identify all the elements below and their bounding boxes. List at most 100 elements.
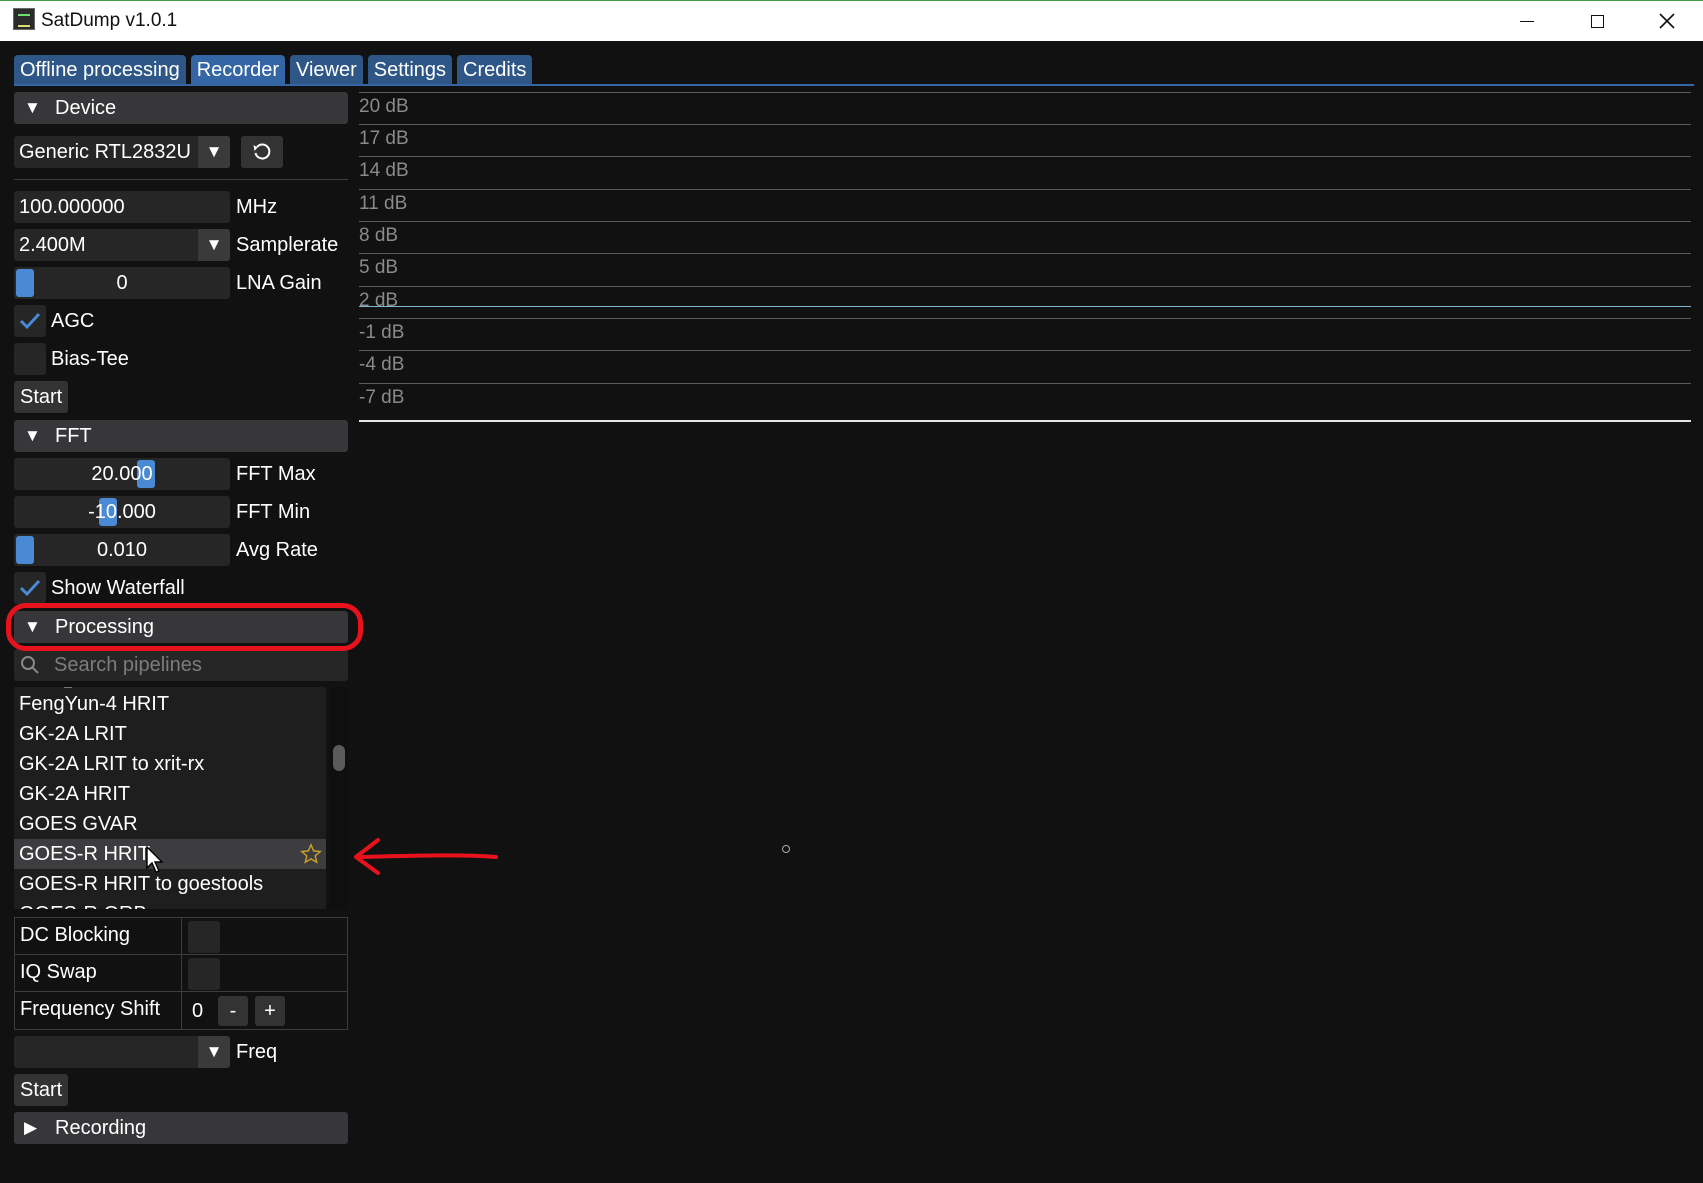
recording-header-label: Recording: [55, 1117, 147, 1139]
frequency-shift-label: Frequency Shift: [20, 998, 161, 1020]
tab-offline-processing[interactable]: Offline processing: [14, 55, 186, 85]
pipeline-search-input[interactable]: Search pipelines: [14, 649, 348, 681]
collapsed-triangle-icon: ▶: [24, 1118, 38, 1137]
search-placeholder: Search pipelines: [54, 654, 202, 676]
device-start-button[interactable]: Start: [14, 381, 69, 413]
list-item[interactable]: GOES-R HRIT to goestools: [14, 869, 326, 899]
grid-line: [359, 286, 1691, 287]
frequency-shift-minus-button[interactable]: -: [218, 996, 248, 1026]
avg-rate-label: Avg Rate: [236, 539, 318, 561]
frequency-unit-label: MHz: [236, 196, 278, 218]
maximize-icon: [1590, 14, 1604, 28]
column-divider: [181, 955, 182, 992]
checkmark-icon: [19, 579, 41, 597]
avg-rate-slider[interactable]: 0.010: [14, 534, 230, 566]
frequency-shift-value[interactable]: 0: [192, 992, 203, 1030]
grid-line: [359, 92, 1691, 93]
device-select[interactable]: Generic RTL2832U ▼: [14, 136, 230, 168]
frequency-shift-plus-button[interactable]: +: [255, 996, 285, 1026]
db-tick-label: 5 dB: [359, 257, 399, 278]
refresh-icon: [253, 143, 271, 160]
chevron-down-icon: ▼: [198, 229, 230, 261]
device-select-value: Generic RTL2832U: [19, 141, 191, 163]
iq-swap-checkbox[interactable]: [188, 958, 220, 990]
grid-line: [359, 350, 1691, 351]
grid-line: [359, 383, 1691, 384]
tab-settings[interactable]: Settings: [367, 55, 453, 85]
db-tick-label: 2 dB: [359, 290, 399, 311]
bias-tee-label: Bias-Tee: [51, 348, 129, 370]
table-row: DC Blocking: [15, 918, 347, 955]
maximize-button[interactable]: [1567, 5, 1627, 37]
minimize-icon: [1520, 20, 1534, 22]
window-titlebar: SatDump v1.0.1: [0, 0, 1703, 41]
agc-checkbox[interactable]: [14, 305, 46, 337]
db-tick-label: 20 dB: [359, 96, 409, 117]
refresh-devices-button[interactable]: [241, 136, 283, 168]
dc-blocking-checkbox[interactable]: [188, 921, 220, 953]
dc-blocking-label: DC Blocking: [20, 924, 131, 946]
list-item[interactable]: FengYun-4 HRIT: [14, 689, 326, 719]
grid-line: [359, 156, 1691, 157]
fft-min-slider[interactable]: -10.000: [14, 496, 230, 528]
tab-recorder[interactable]: Recorder: [190, 55, 285, 85]
list-item[interactable]: GOES-R GRB: [14, 899, 326, 909]
fft-max-slider[interactable]: 20.000: [14, 458, 230, 490]
tab-credits[interactable]: Credits: [457, 55, 533, 85]
db-tick-label: -1 dB: [359, 322, 405, 343]
list-item[interactable]: GK-2A HRIT: [14, 779, 326, 809]
table-row: IQ Swap: [15, 955, 347, 992]
minimize-button[interactable]: [1497, 5, 1557, 37]
grid-line: [359, 221, 1691, 222]
expanded-triangle-icon: ▼: [24, 426, 41, 445]
recording-section-header[interactable]: ▶ Recording: [14, 1112, 348, 1144]
processing-start-button[interactable]: Start: [14, 1074, 69, 1106]
window-title: SatDump v1.0.1: [41, 10, 178, 31]
pipeline-list-scrollbar[interactable]: [330, 687, 348, 909]
device-header-label: Device: [55, 97, 117, 119]
expanded-triangle-icon: ▼: [24, 98, 41, 117]
frequency-value: 100.000000: [19, 196, 125, 218]
mouse-cursor-icon: [146, 846, 164, 873]
fft-max-value: 20.000: [91, 463, 153, 485]
close-icon: [1659, 13, 1675, 29]
annotation-arrow-icon: [354, 838, 498, 875]
fft-signal-line: [359, 306, 1691, 307]
list-item[interactable]: GK-2A LRIT: [14, 719, 326, 749]
db-tick-label: 11 dB: [359, 193, 408, 214]
tab-viewer[interactable]: Viewer: [289, 55, 363, 85]
star-icon[interactable]: [300, 843, 322, 865]
freq-select[interactable]: ▼: [14, 1036, 230, 1068]
close-button[interactable]: [1637, 5, 1697, 37]
db-tick-label: 8 dB: [359, 225, 399, 246]
samplerate-label: Samplerate: [236, 234, 339, 256]
clipped-item-fragment: [64, 687, 72, 688]
bias-tee-checkbox[interactable]: [14, 343, 46, 375]
agc-label: AGC: [51, 310, 95, 332]
table-row: Frequency Shift 0 - +: [15, 992, 347, 1029]
list-item[interactable]: GK-2A LRIT to xrit-rx: [14, 749, 326, 779]
db-tick-label: 14 dB: [359, 160, 409, 181]
column-divider: [181, 992, 182, 1029]
lna-gain-slider[interactable]: 0: [14, 267, 230, 299]
fft-section-header[interactable]: ▼ FFT: [14, 420, 348, 452]
freq-label: Freq: [236, 1041, 278, 1063]
samplerate-value: 2.400M: [19, 234, 86, 256]
scrollbar-thumb[interactable]: [333, 745, 345, 771]
column-divider: [181, 918, 182, 955]
list-item[interactable]: GOES GVAR: [14, 809, 326, 839]
list-item-selected[interactable]: GOES-R HRIT: [14, 839, 326, 869]
device-section-header[interactable]: ▼ Device: [14, 92, 348, 124]
pipeline-list[interactable]: FengYun-4 HRIT GK-2A LRIT GK-2A LRIT to …: [14, 687, 326, 909]
frequency-input[interactable]: 100.000000: [14, 191, 230, 223]
show-waterfall-checkbox[interactable]: [14, 572, 46, 604]
processing-options-table: DC Blocking IQ Swap Frequency Shift 0 - …: [14, 917, 348, 1030]
grid-line: [359, 318, 1691, 319]
iq-swap-label: IQ Swap: [20, 961, 97, 983]
grid-line: [359, 189, 1691, 190]
samplerate-select[interactable]: 2.400M ▼: [14, 229, 230, 261]
chevron-down-icon: ▼: [198, 136, 230, 168]
satdump-app-icon: [13, 8, 35, 30]
fft-plot-baseline: [359, 420, 1691, 422]
fft-plot[interactable]: 20 dB 17 dB 14 dB 11 dB 8 dB 5 dB 2 dB -…: [359, 92, 1691, 422]
